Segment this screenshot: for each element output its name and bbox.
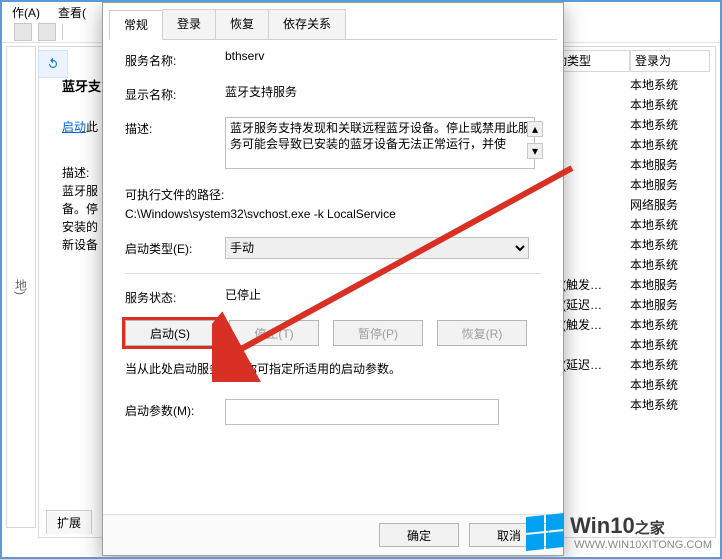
cell-logon-as: 网络服务 (630, 196, 710, 213)
table-row[interactable]: 动网络服务 (550, 194, 710, 214)
table-row[interactable]: 动(延迟…本地服务 (550, 294, 710, 314)
menu-action[interactable]: 作(A) (12, 4, 40, 21)
cell-logon-as: 本地系统 (630, 136, 710, 153)
start-link-suffix: 此 (86, 118, 98, 135)
table-row[interactable]: 动(触发…本地系统 (550, 314, 710, 334)
cell-logon-as: 本地系统 (630, 356, 710, 373)
cell-logon-as: 本地系统 (630, 116, 710, 133)
dialog-footer: 确定 取消 (103, 514, 563, 555)
watermark-suffix: 之家 (635, 520, 665, 537)
table-row[interactable]: 动(触发…本地服务 (550, 274, 710, 294)
service-properties-dialog: 常规 登录 恢复 依存关系 服务名称: bthserv 显示名称: 蓝牙支持服务… (102, 2, 564, 556)
list-header: 动类型 登录为 (550, 50, 710, 72)
cell-logon-as: 本地服务 (630, 296, 710, 313)
cell-logon-as: 本地系统 (630, 316, 710, 333)
table-row[interactable]: 动本地系统 (550, 234, 710, 254)
cell-logon-as: 本地系统 (630, 396, 710, 413)
cell-logon-as: 本地服务 (630, 156, 710, 173)
dialog-tabs: 常规 登录 恢复 依存关系 (109, 9, 557, 40)
scroll-down-icon[interactable]: ▾ (527, 143, 543, 159)
cell-logon-as: 本地系统 (630, 336, 710, 353)
start-params-hint: 当从此处启动服务时，你可指定所适用的启动参数。 (125, 360, 541, 377)
tab-logon[interactable]: 登录 (162, 9, 216, 39)
toolbar-divider (62, 24, 63, 40)
tab-dependencies[interactable]: 依存关系 (268, 9, 346, 39)
value-exe-path: C:\Windows\system32\svchost.exe -k Local… (125, 207, 541, 221)
watermark-url: WWW.WIN10XITONG.COM (574, 539, 712, 551)
value-description[interactable]: 蓝牙服务支持发现和关联远程蓝牙设备。停止或禁用此服务可能会导致已安装的蓝牙设备无… (225, 117, 535, 169)
refresh-icon[interactable] (38, 50, 68, 78)
pause-button: 暂停(P) (333, 320, 423, 346)
table-row[interactable]: 动(延迟…本地系统 (550, 354, 710, 374)
selected-service-title: 蓝牙支 (62, 76, 101, 95)
bg-desc-body: 蓝牙服 备。停 安装的 新设备 (62, 182, 98, 254)
value-service-name: bthserv (225, 49, 264, 63)
cell-logon-as: 本地系统 (630, 76, 710, 93)
toolbar-fwd-icon[interactable] (38, 23, 56, 41)
cell-logon-as: 本地系统 (630, 256, 710, 273)
table-row[interactable]: 动本地系统 (550, 374, 710, 394)
startup-type-select[interactable]: 手动 (225, 237, 529, 259)
cell-logon-as: 本地系统 (630, 376, 710, 393)
menu-view[interactable]: 查看( (58, 4, 86, 21)
cell-logon-as: 本地服务 (630, 176, 710, 193)
value-display-name: 蓝牙支持服务 (225, 83, 297, 100)
tab-general[interactable]: 常规 (109, 10, 163, 40)
service-list-rows: 动本地系统动本地系统动本地系统动本地系统动本地服务动本地服务动网络服务动本地系统… (550, 74, 710, 414)
cell-logon-as: 本地系统 (630, 216, 710, 233)
table-row[interactable]: 动本地系统 (550, 134, 710, 154)
table-row[interactable]: 动本地系统 (550, 94, 710, 114)
stop-button: 停止(T) (229, 320, 319, 346)
tab-recovery[interactable]: 恢复 (215, 9, 269, 39)
col-logon-as[interactable]: 登录为 (630, 50, 710, 72)
table-row[interactable]: 动本地系统 (550, 394, 710, 414)
start-service-link[interactable]: 启动 (62, 118, 86, 135)
label-description: 描述: (125, 117, 225, 137)
toolbar-back-icon[interactable] (14, 23, 32, 41)
table-row[interactable]: 动本地系统 (550, 74, 710, 94)
tree-node-local[interactable]: 地) (6, 46, 36, 528)
start-button[interactable]: 启动(S) (125, 320, 215, 346)
scroll-up-icon[interactable]: ▴ (527, 121, 543, 137)
table-row[interactable]: 动本地系统 (550, 114, 710, 134)
table-row[interactable]: 动本地系统 (550, 214, 710, 234)
label-exe-path: 可执行文件的路径: (125, 183, 541, 203)
table-row[interactable]: 动本地系统 (550, 334, 710, 354)
value-service-status: 已停止 (225, 286, 261, 303)
label-display-name: 显示名称: (125, 83, 225, 103)
resume-button: 恢复(R) (437, 320, 527, 346)
label-service-status: 服务状态: (125, 286, 225, 306)
table-row[interactable]: 动本地服务 (550, 154, 710, 174)
panel-bottom-tabs: 扩展 (46, 510, 92, 534)
label-service-name: 服务名称: (125, 49, 225, 69)
ok-button[interactable]: 确定 (379, 523, 459, 547)
watermark-brand: Win10 (570, 513, 635, 538)
label-start-params: 启动参数(M): (125, 399, 225, 419)
label-startup-type: 启动类型(E): (125, 237, 225, 257)
windows-logo-icon (526, 513, 564, 551)
table-row[interactable]: 动本地服务 (550, 174, 710, 194)
cell-logon-as: 本地系统 (630, 96, 710, 113)
bg-desc-label: 描述: (62, 164, 89, 181)
cell-logon-as: 本地系统 (630, 236, 710, 253)
tab-extended[interactable]: 扩展 (46, 510, 92, 534)
start-params-input[interactable] (225, 399, 499, 425)
watermark: Win10之家 WWW.WIN10XITONG.COM (526, 513, 712, 551)
separator (125, 273, 541, 274)
toolbar (14, 22, 63, 42)
description-scrollbar[interactable]: ▴ ▾ (527, 121, 541, 159)
cell-logon-as: 本地服务 (630, 276, 710, 293)
table-row[interactable]: 动本地系统 (550, 254, 710, 274)
